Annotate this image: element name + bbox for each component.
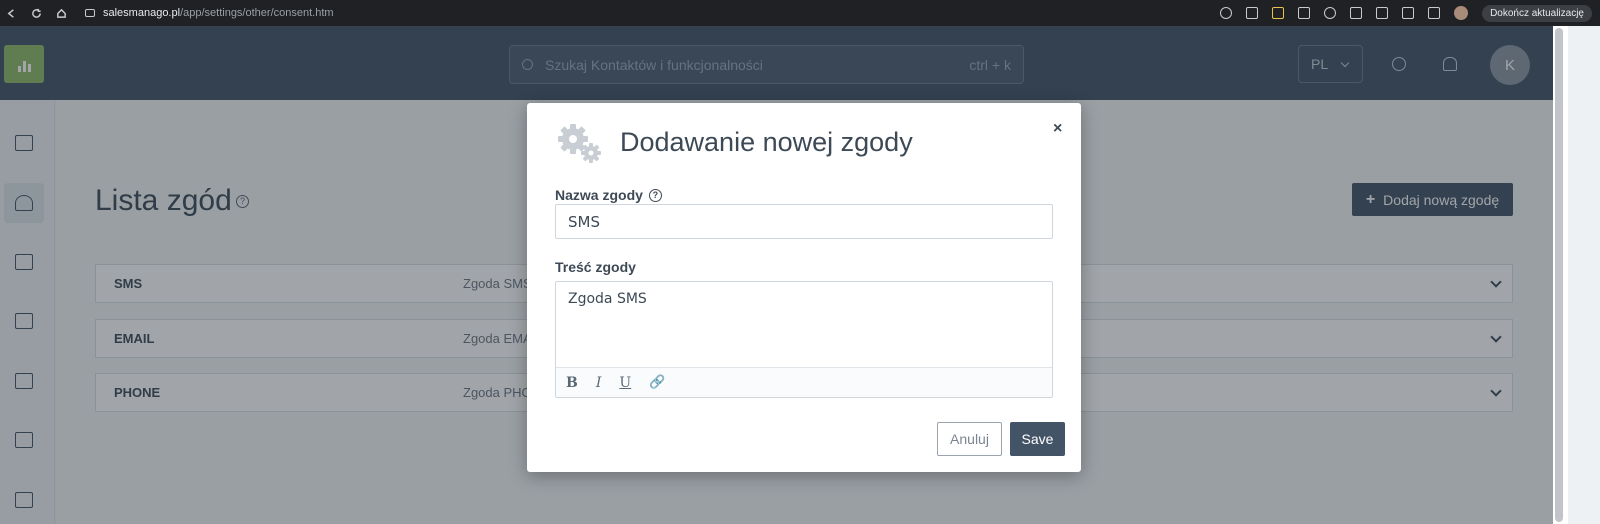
scrollbar-thumb[interactable] xyxy=(1555,28,1563,522)
back-icon[interactable] xyxy=(6,8,17,19)
modal-title: Dodawanie nowej zgody xyxy=(620,127,913,157)
profile-avatar[interactable] xyxy=(1454,6,1469,20)
bookmarks-icon[interactable] xyxy=(1402,7,1415,19)
url-path: /app/settings/other/consent.htm xyxy=(180,7,334,19)
gears-icon xyxy=(558,124,601,163)
zoom-icon[interactable] xyxy=(1220,7,1233,19)
page-scrollbar[interactable] xyxy=(1553,26,1568,524)
bold-button[interactable]: B xyxy=(566,375,578,391)
link-icon[interactable]: 🔗 xyxy=(649,375,665,390)
bookmark-star-icon[interactable] xyxy=(1246,7,1259,19)
site-info-icon[interactable] xyxy=(85,9,95,17)
url-host: salesmanago.pl xyxy=(103,7,181,19)
close-icon[interactable]: × xyxy=(1053,120,1062,138)
consent-content-editor[interactable]: Zgoda SMS B I U 🔗 xyxy=(555,281,1053,398)
consent-content-label: Treść zgody xyxy=(555,259,636,275)
help-icon[interactable]: ? xyxy=(648,188,662,202)
consent-name-input[interactable]: SMS xyxy=(555,204,1053,239)
italic-button[interactable]: I xyxy=(596,375,602,391)
add-consent-modal: Dodawanie nowej zgody × Nazwa zgody ? SM… xyxy=(527,103,1081,472)
reload-icon[interactable] xyxy=(31,8,42,19)
consent-name-label-text: Nazwa zgody xyxy=(555,187,643,203)
extension-icon[interactable] xyxy=(1298,7,1311,19)
save-button[interactable]: Save xyxy=(1010,422,1065,456)
consent-content-textarea[interactable]: Zgoda SMS xyxy=(556,282,1052,368)
browser-toolbar: salesmanago.pl/app/settings/other/consen… xyxy=(0,0,1600,26)
home-icon[interactable] xyxy=(56,8,67,19)
editor-toolbar: B I U 🔗 xyxy=(556,368,1052,397)
cancel-button[interactable]: Anuluj xyxy=(937,422,1002,456)
consent-name-label: Nazwa zgody ? xyxy=(555,187,662,203)
extensions-puzzle-icon[interactable] xyxy=(1350,7,1363,19)
update-button[interactable]: Dokończ aktualizację xyxy=(1482,4,1592,22)
devtools-icon[interactable] xyxy=(1428,7,1441,19)
address-bar[interactable]: salesmanago.pl/app/settings/other/consen… xyxy=(85,7,334,19)
tab-search-icon[interactable] xyxy=(1376,7,1389,19)
underline-button[interactable]: U xyxy=(619,375,631,391)
extension-icon[interactable] xyxy=(1272,7,1285,19)
extension-icon[interactable] xyxy=(1324,7,1337,19)
